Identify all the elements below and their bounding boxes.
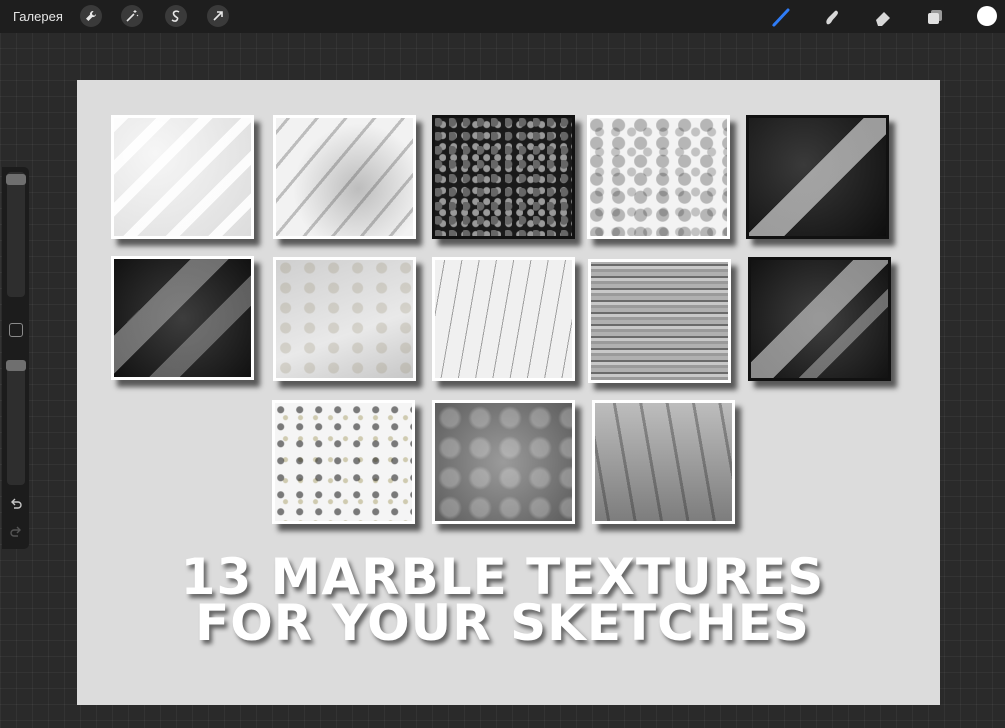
marble-texture-4 xyxy=(587,115,730,239)
modify-button[interactable] xyxy=(9,323,23,337)
color-picker-button[interactable] xyxy=(977,6,997,26)
brush-size-slider-thumb[interactable] xyxy=(6,174,26,185)
undo-icon[interactable] xyxy=(8,497,24,513)
wrench-icon[interactable] xyxy=(80,5,102,27)
transform-arrow-icon[interactable] xyxy=(207,5,229,27)
marble-texture-3 xyxy=(432,115,575,239)
gallery-button[interactable]: Галерея xyxy=(13,9,63,24)
smudge-icon[interactable] xyxy=(820,5,844,29)
marble-texture-13 xyxy=(592,400,735,524)
top-toolbar: Галерея xyxy=(0,0,1005,33)
left-sidebar xyxy=(2,167,29,549)
marble-texture-11 xyxy=(272,400,415,524)
redo-icon[interactable] xyxy=(8,525,24,541)
marble-texture-9 xyxy=(588,259,731,383)
layers-icon[interactable] xyxy=(923,5,947,29)
opacity-slider-thumb[interactable] xyxy=(6,360,26,371)
marble-texture-1 xyxy=(111,115,254,239)
marble-texture-5 xyxy=(746,115,889,239)
marble-texture-7 xyxy=(273,257,416,381)
brush-size-slider[interactable] xyxy=(6,172,26,297)
marble-texture-2 xyxy=(273,115,416,239)
brush-icon[interactable] xyxy=(769,5,793,29)
selection-icon[interactable] xyxy=(165,5,187,27)
marble-texture-6 xyxy=(111,256,254,380)
magic-wand-icon[interactable] xyxy=(121,5,143,27)
marble-texture-8 xyxy=(432,257,575,381)
headline-line-2: FOR YOUR SKETCHES xyxy=(195,594,810,652)
marble-texture-10 xyxy=(748,257,891,381)
marble-texture-12 xyxy=(432,400,575,524)
opacity-slider[interactable] xyxy=(6,360,26,485)
eraser-icon[interactable] xyxy=(871,5,895,29)
